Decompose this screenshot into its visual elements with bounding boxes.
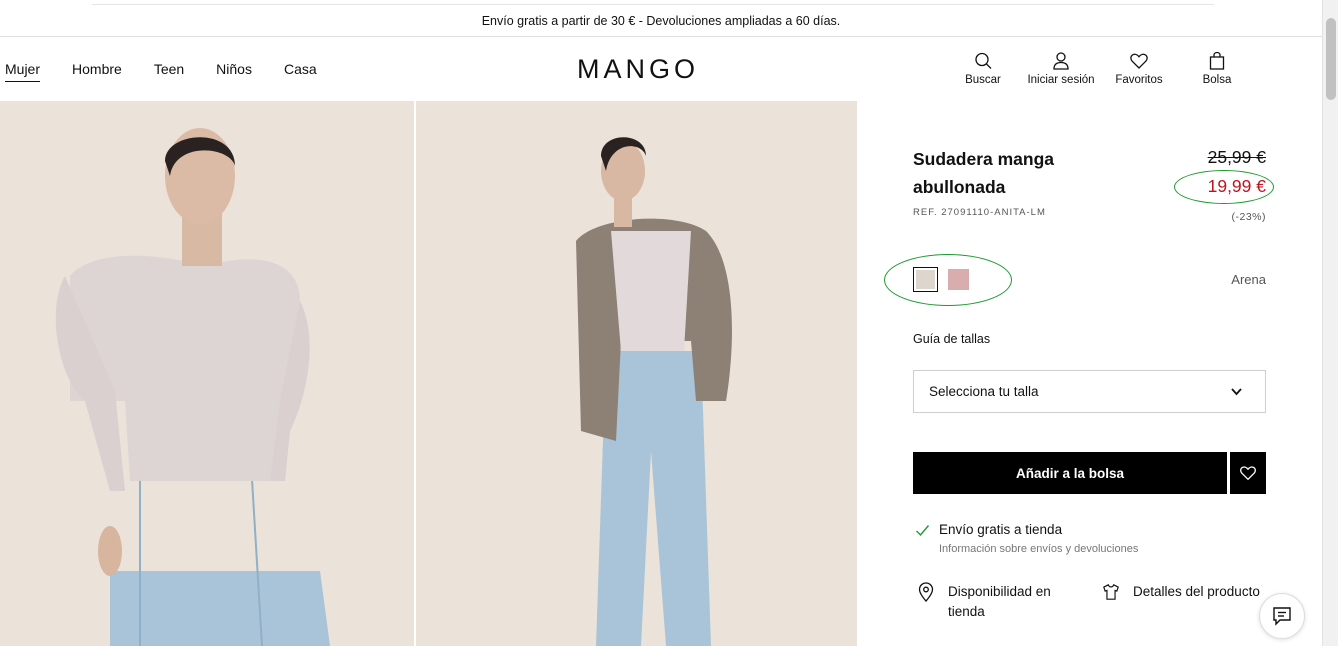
login-button[interactable]: Iniciar sesión xyxy=(1022,51,1100,86)
search-icon xyxy=(975,52,992,69)
page-scrollbar[interactable] xyxy=(1322,0,1338,646)
selected-color-name: Arena xyxy=(1231,272,1266,287)
price-highlight-annotation xyxy=(1174,170,1274,204)
check-icon xyxy=(916,525,930,537)
size-select-placeholder: Selecciona tu talla xyxy=(929,384,1039,399)
chat-button[interactable] xyxy=(1259,593,1305,639)
product-photo-front[interactable] xyxy=(0,101,414,646)
model-photo-illustration-2 xyxy=(416,101,857,646)
product-ref: REF. 27091110-ANITA-LM xyxy=(913,207,1046,218)
scrollbar-thumb[interactable] xyxy=(1326,18,1336,100)
color-swatches xyxy=(913,267,969,292)
promo-text: Envío gratis a partir de 30 € - Devoluci… xyxy=(481,14,841,28)
product-details-link[interactable]: Detalles del producto xyxy=(1102,582,1260,602)
header-actions: Buscar Iniciar sesión Favoritos Bolsa xyxy=(944,51,1256,86)
add-to-bag-button[interactable]: Añadir a la bolsa xyxy=(913,452,1227,494)
bag-icon xyxy=(1209,51,1225,70)
chevron-down-icon xyxy=(1231,388,1242,396)
promo-banner: Envío gratis a partir de 30 € - Devoluci… xyxy=(0,6,1322,37)
tshirt-icon xyxy=(1103,583,1119,600)
favorites-button[interactable]: Favoritos xyxy=(1100,51,1178,86)
availability-link[interactable]: Disponibilidad en tienda xyxy=(917,582,1068,622)
heart-icon xyxy=(1130,53,1148,69)
search-button[interactable]: Buscar xyxy=(944,51,1022,86)
model-photo-illustration xyxy=(0,101,414,646)
search-label: Buscar xyxy=(965,74,1001,86)
browser-top-edge xyxy=(92,0,1214,5)
nav-item-hombre[interactable]: Hombre xyxy=(72,61,122,82)
heart-icon xyxy=(1240,466,1256,481)
login-label: Iniciar sesión xyxy=(1027,74,1095,86)
nav-item-casa[interactable]: Casa xyxy=(284,61,317,82)
product-details-label: Detalles del producto xyxy=(1133,584,1260,599)
old-price: 25,99 € xyxy=(1207,147,1266,167)
chat-icon xyxy=(1273,607,1291,626)
size-select[interactable]: Selecciona tu talla xyxy=(913,370,1266,413)
product-photo-outfit[interactable] xyxy=(416,101,857,646)
size-guide-link[interactable]: Guía de tallas xyxy=(913,332,990,346)
location-pin-icon xyxy=(918,582,934,602)
mango-logo[interactable]: MANGO xyxy=(577,54,699,85)
user-icon xyxy=(1053,52,1069,70)
product-title: Sudadera manga abullonada xyxy=(913,149,1055,197)
main-nav: Mujer Hombre Teen Niños Casa xyxy=(5,61,317,82)
discount-badge: (-23%) xyxy=(1231,211,1266,223)
bag-button[interactable]: Bolsa xyxy=(1178,51,1256,86)
shipping-info: Envío gratis a tienda Información sobre … xyxy=(915,522,1138,555)
color-swatch-arena[interactable] xyxy=(913,267,938,292)
nav-item-ninos[interactable]: Niños xyxy=(216,61,252,82)
product-gallery xyxy=(0,101,857,646)
shipping-title: Envío gratis a tienda xyxy=(939,522,1063,537)
nav-item-mujer[interactable]: Mujer xyxy=(5,61,41,82)
availability-label: Disponibilidad en tienda xyxy=(948,584,1051,619)
add-to-favorites-button[interactable] xyxy=(1230,452,1266,494)
bag-label: Bolsa xyxy=(1202,74,1232,86)
swatch-fill xyxy=(916,270,935,289)
nav-item-teen[interactable]: Teen xyxy=(154,61,184,82)
site-header: Mujer Hombre Teen Niños Casa MANGO Busca… xyxy=(0,37,1322,101)
favorites-label: Favoritos xyxy=(1115,74,1163,86)
color-swatch-pink[interactable] xyxy=(948,269,969,290)
shipping-info-link[interactable]: Información sobre envíos y devoluciones xyxy=(939,543,1138,555)
